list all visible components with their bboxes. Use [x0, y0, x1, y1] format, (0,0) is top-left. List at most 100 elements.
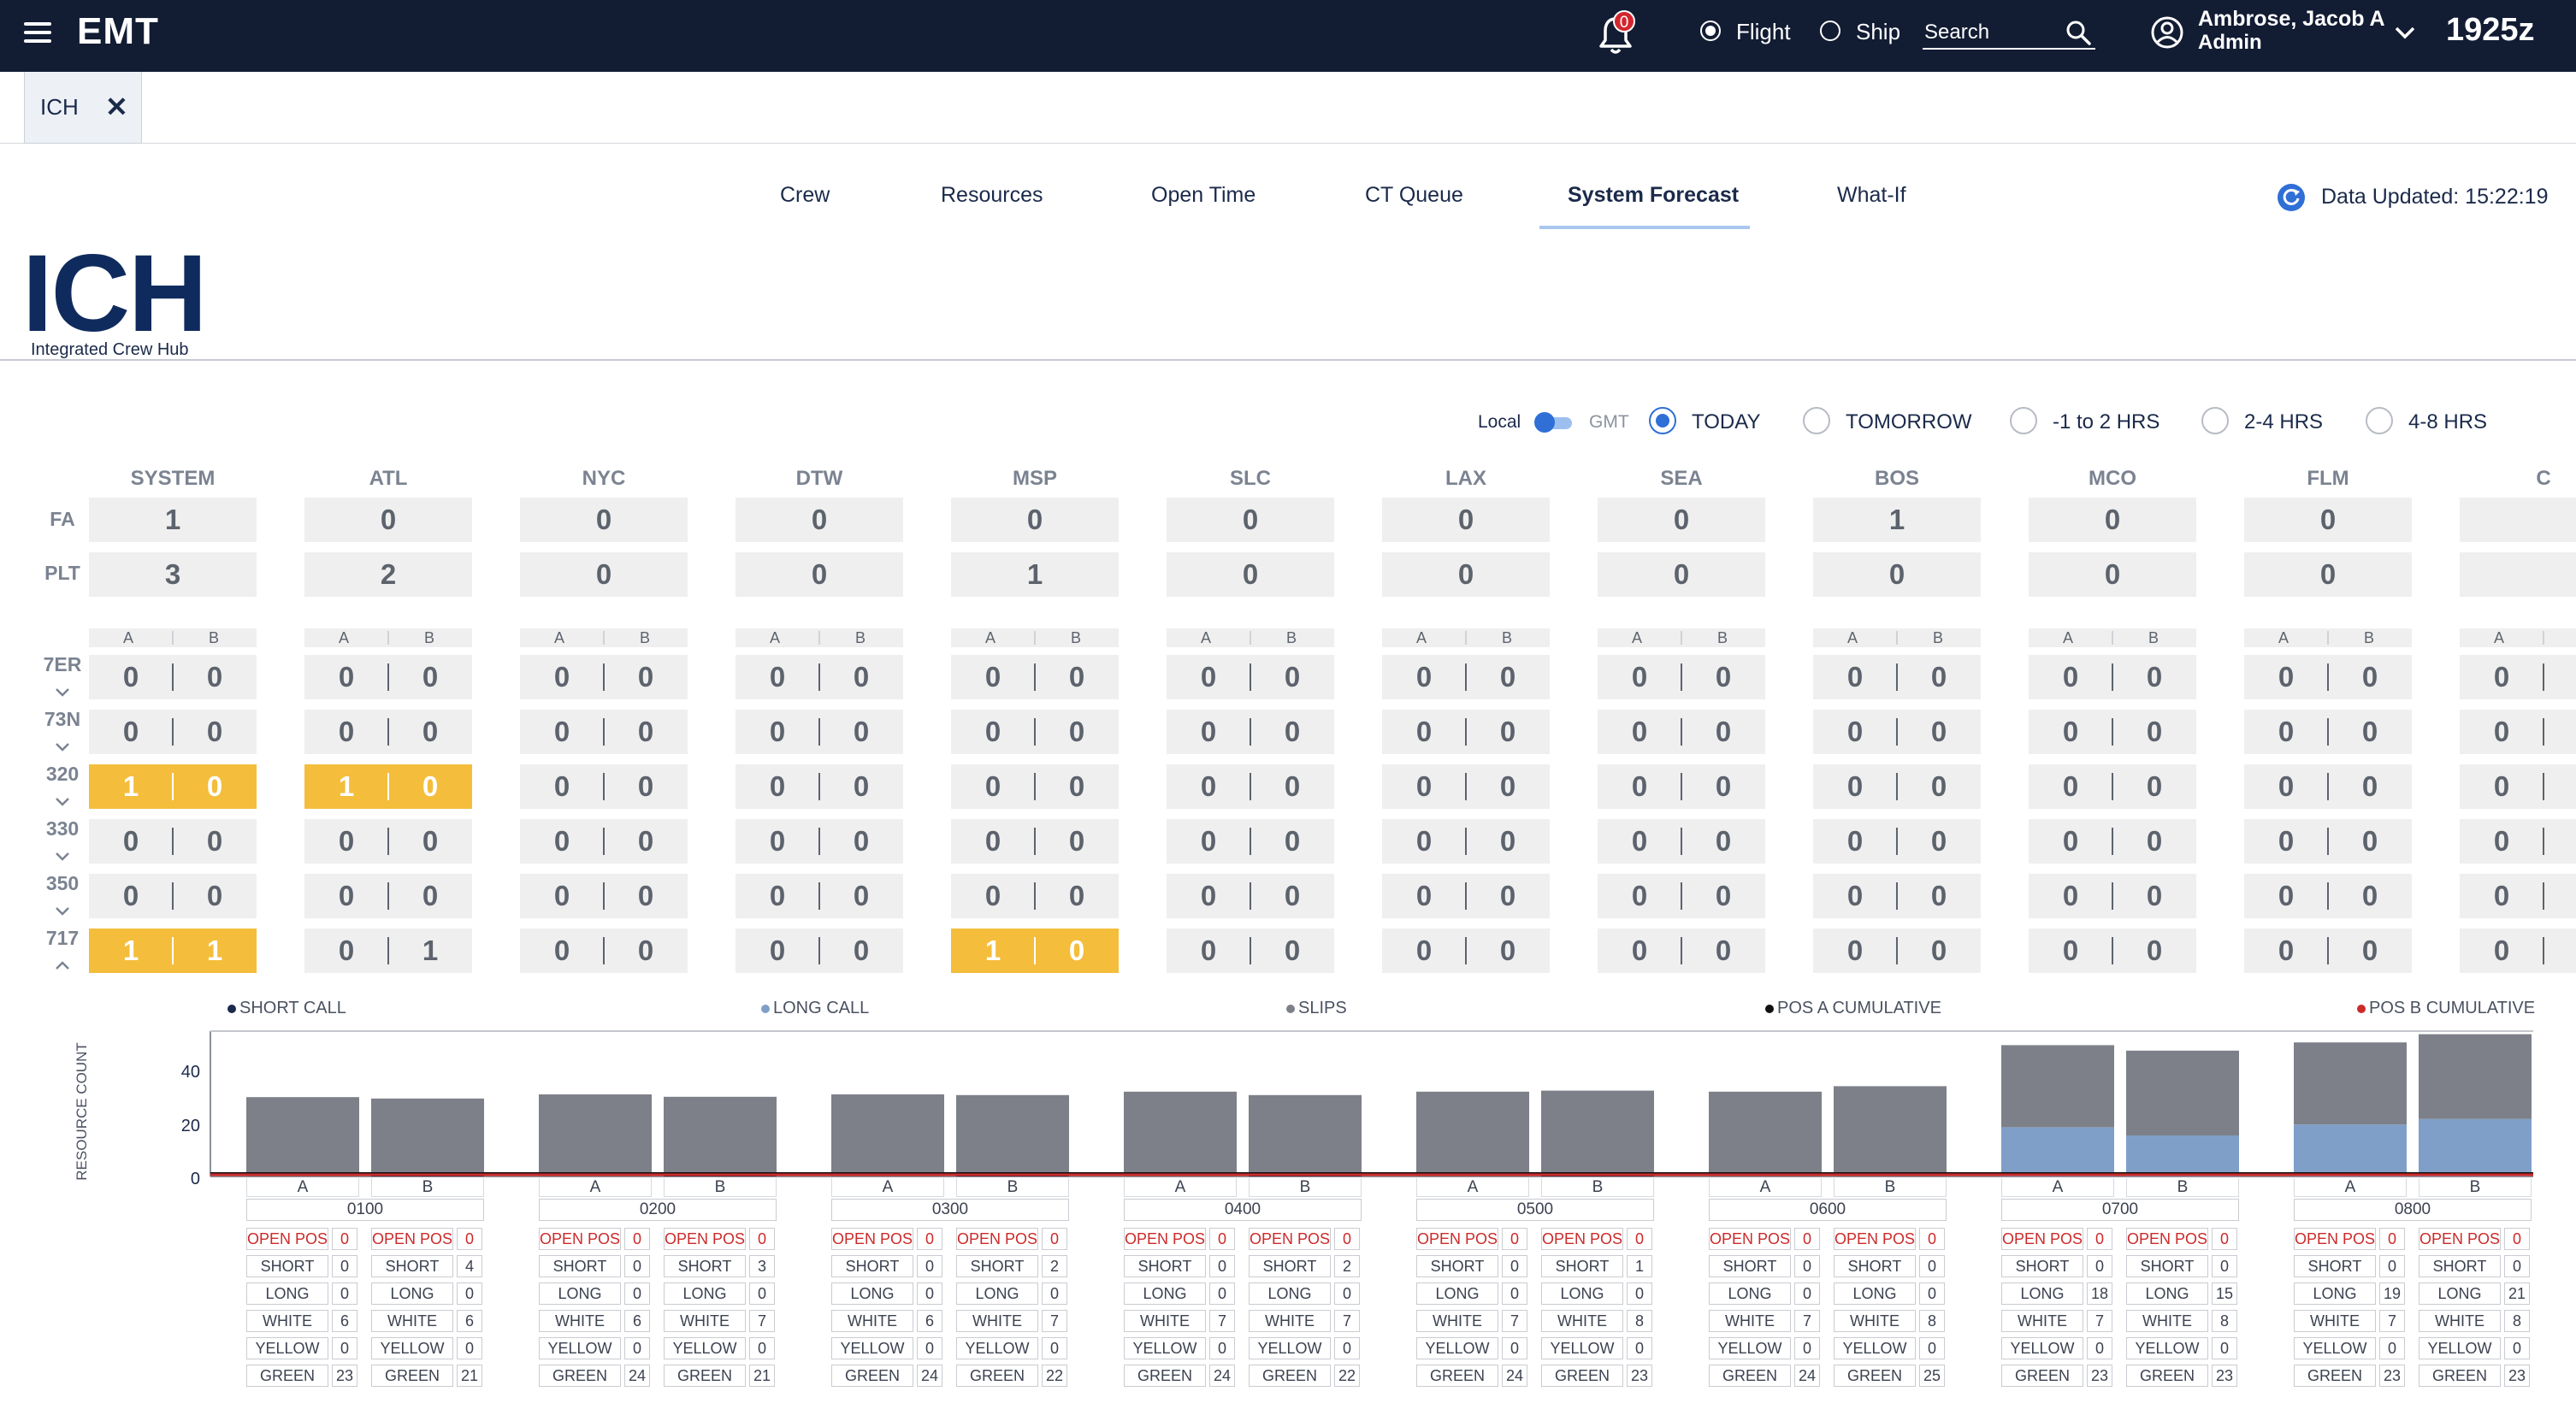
- slot-row-label: OPEN POS: [2126, 1228, 2208, 1250]
- slot-row-label: LONG: [1249, 1282, 1331, 1305]
- slot-row-white: WHITE 6: [539, 1310, 652, 1332]
- slot-row-value: 0: [1502, 1337, 1527, 1359]
- slot-row-value: 0: [1919, 1282, 1945, 1305]
- slot-row-long: LONG 0: [831, 1282, 944, 1305]
- slot-row-label: SHORT: [664, 1255, 746, 1277]
- slot-row-short: SHORT 0: [2001, 1255, 2114, 1277]
- slot-row-label: GREEN: [1834, 1365, 1916, 1387]
- slot-row-label: LONG: [2294, 1282, 2376, 1305]
- slot-row-short: SHORT 3: [664, 1255, 777, 1277]
- slot-row-value: 23: [2087, 1365, 2112, 1387]
- slot-row-value: 0: [624, 1255, 650, 1277]
- slot-row-label: SHORT: [371, 1255, 453, 1277]
- slot-row-label: WHITE: [1249, 1310, 1331, 1332]
- slot-row-label: YELLOW: [1834, 1337, 1916, 1359]
- slot-row-long: LONG 0: [664, 1282, 777, 1305]
- slot-row-white: WHITE 7: [1709, 1310, 1822, 1332]
- slot-row-open-pos: OPEN POS 0: [831, 1228, 944, 1250]
- slot-row-value: 7: [1502, 1310, 1527, 1332]
- slot-row-green: GREEN 24: [1416, 1365, 1529, 1387]
- slot-row-label: GREEN: [2419, 1365, 2501, 1387]
- slot-row-white: WHITE 8: [1541, 1310, 1654, 1332]
- slot-row-value: 0: [2379, 1228, 2405, 1250]
- slot-row-green: GREEN 23: [2126, 1365, 2239, 1387]
- slot-row-label: OPEN POS: [1541, 1228, 1623, 1250]
- slot-row-white: WHITE 7: [664, 1310, 777, 1332]
- slot-row-label: SHORT: [1416, 1255, 1498, 1277]
- slot-row-value: 0: [1502, 1255, 1527, 1277]
- slot-row-label: WHITE: [246, 1310, 328, 1332]
- slot-row-value: 0: [917, 1282, 942, 1305]
- slot-row-value: 0: [1627, 1337, 1652, 1359]
- slot-row-yellow: YELLOW 0: [664, 1337, 777, 1359]
- slot-row-label: SHORT: [246, 1255, 328, 1277]
- time-slot-label: 0400: [1124, 1199, 1362, 1221]
- slot-row-value: 23: [2212, 1365, 2237, 1387]
- slot-row-label: YELLOW: [539, 1337, 621, 1359]
- slot-row-value: 0: [1794, 1337, 1820, 1359]
- slot-row-value: 7: [1794, 1310, 1820, 1332]
- slot-row-label: OPEN POS: [371, 1228, 453, 1250]
- slot-row-short: SHORT 1: [1541, 1255, 1654, 1277]
- slot-row-green: GREEN 24: [1124, 1365, 1237, 1387]
- slot-row-value: 0: [1334, 1228, 1360, 1250]
- slot-row-white: WHITE 7: [1249, 1310, 1362, 1332]
- slot-row-value: 0: [457, 1337, 482, 1359]
- slot-row-label: GREEN: [956, 1365, 1038, 1387]
- slot-row-label: WHITE: [956, 1310, 1038, 1332]
- slot-row-value: 7: [1334, 1310, 1360, 1332]
- slot-row-value: 3: [749, 1255, 775, 1277]
- slot-row-label: YELLOW: [1709, 1337, 1791, 1359]
- slot-row-value: 0: [624, 1337, 650, 1359]
- slot-row-green: GREEN 22: [1249, 1365, 1362, 1387]
- slot-row-yellow: YELLOW 0: [2419, 1337, 2532, 1359]
- slot-row-value: 0: [457, 1228, 482, 1250]
- slot-row-yellow: YELLOW 0: [1541, 1337, 1654, 1359]
- slot-row-long: LONG 0: [1124, 1282, 1237, 1305]
- slot-row-label: OPEN POS: [1416, 1228, 1498, 1250]
- slot-row-label: YELLOW: [2419, 1337, 2501, 1359]
- slot-row-label: GREEN: [1709, 1365, 1791, 1387]
- slot-row-value: 0: [2087, 1228, 2112, 1250]
- slot-row-label: OPEN POS: [1124, 1228, 1206, 1250]
- slot-row-long: LONG 0: [539, 1282, 652, 1305]
- slot-row-yellow: YELLOW 0: [371, 1337, 484, 1359]
- bar-slips-0200-B: [664, 1096, 777, 1174]
- slot-row-white: WHITE 8: [1834, 1310, 1947, 1332]
- slot-row-green: GREEN 24: [1709, 1365, 1822, 1387]
- slot-row-open-pos: OPEN POS 0: [956, 1228, 1069, 1250]
- slot-row-label: SHORT: [956, 1255, 1038, 1277]
- bar-position-label: A: [2294, 1178, 2407, 1197]
- bar-position-label: B: [371, 1178, 484, 1197]
- slot-row-value: 0: [1502, 1228, 1527, 1250]
- slot-row-yellow: YELLOW 0: [1249, 1337, 1362, 1359]
- slot-row-white: WHITE 7: [2294, 1310, 2407, 1332]
- slot-row-label: YELLOW: [1416, 1337, 1498, 1359]
- slot-row-short: SHORT 0: [1416, 1255, 1529, 1277]
- slot-row-label: GREEN: [371, 1365, 453, 1387]
- slot-row-value: 0: [2504, 1337, 2530, 1359]
- slot-row-value: 7: [1042, 1310, 1067, 1332]
- slot-row-value: 21: [749, 1365, 775, 1387]
- bar-slips-0500-B: [1541, 1090, 1654, 1176]
- slot-row-white: WHITE 6: [246, 1310, 359, 1332]
- slot-row-yellow: YELLOW 0: [2294, 1337, 2407, 1359]
- slot-row-long: LONG 0: [246, 1282, 359, 1305]
- bar-position-label: A: [1416, 1178, 1529, 1197]
- time-slot-label: 0500: [1416, 1199, 1654, 1221]
- slot-row-short: SHORT 0: [246, 1255, 359, 1277]
- slot-row-label: LONG: [1709, 1282, 1791, 1305]
- slot-row-label: SHORT: [2001, 1255, 2083, 1277]
- slot-row-label: WHITE: [539, 1310, 621, 1332]
- slot-row-yellow: YELLOW 0: [1416, 1337, 1529, 1359]
- slot-row-value: 25: [1919, 1365, 1945, 1387]
- slot-row-value: 4: [457, 1255, 482, 1277]
- slot-row-value: 18: [2087, 1282, 2112, 1305]
- slot-row-long: LONG 0: [1249, 1282, 1362, 1305]
- slot-row-label: LONG: [956, 1282, 1038, 1305]
- bar-slips-0300-A: [831, 1094, 944, 1176]
- slot-row-open-pos: OPEN POS 0: [1124, 1228, 1237, 1250]
- slot-row-value: 2: [1334, 1255, 1360, 1277]
- slot-row-label: WHITE: [2001, 1310, 2083, 1332]
- slot-row-label: SHORT: [539, 1255, 621, 1277]
